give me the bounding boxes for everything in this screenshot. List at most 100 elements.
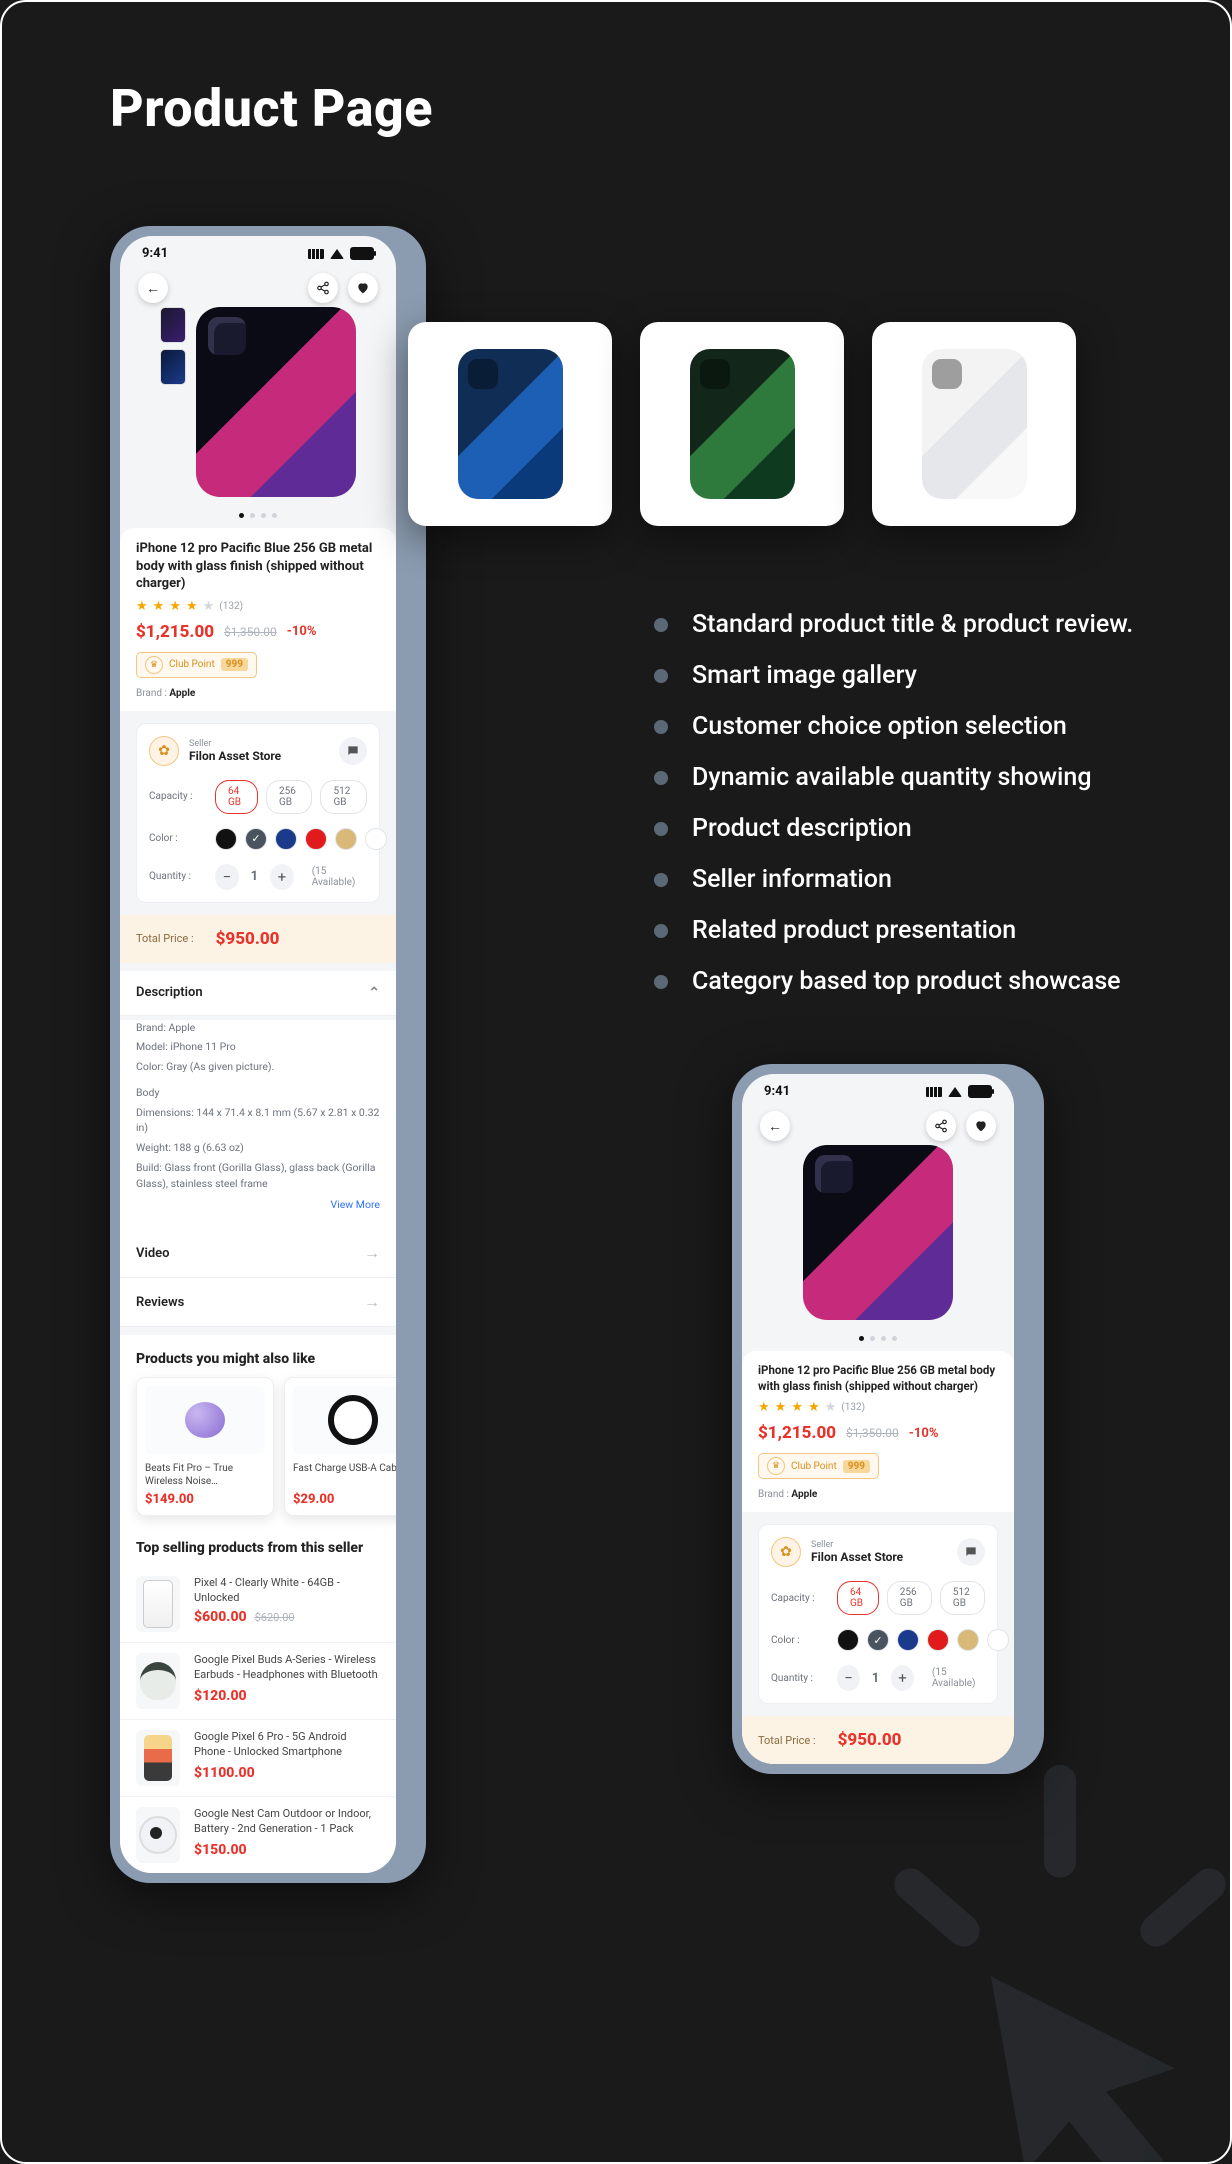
variant-card[interactable] — [408, 322, 612, 526]
feature-list: Standard product title & product review.… — [614, 610, 1133, 1018]
list-item[interactable]: Pixel 4 - Clearly White - 64GB - Unlocke… — [120, 1566, 396, 1643]
share-button[interactable] — [926, 1111, 956, 1141]
share-button[interactable] — [308, 273, 338, 303]
list-item[interactable]: Google Nest Cam Outdoor or Indoor, Batte… — [120, 1797, 396, 1873]
qty-value: 1 — [251, 869, 258, 884]
color-label: Color : — [149, 833, 205, 844]
color-swatch[interactable] — [987, 1629, 1009, 1651]
capacity-option[interactable]: 256 GB — [266, 780, 313, 814]
back-button[interactable]: ← — [138, 273, 168, 303]
color-swatch[interactable] — [275, 828, 297, 850]
product-price: $1,215.00 — [136, 622, 214, 642]
pager-dot[interactable] — [859, 1336, 864, 1341]
qty-minus-button[interactable]: − — [837, 1665, 860, 1691]
capacity-option[interactable]: 64 GB — [837, 1581, 879, 1615]
phone-mock-main: 9:41 ← — [110, 226, 426, 1883]
star-icon: ★ — [186, 599, 198, 614]
capacity-option[interactable]: 256 GB — [887, 1581, 932, 1615]
bullet-icon — [654, 873, 668, 887]
qty-plus-button[interactable]: + — [891, 1665, 914, 1691]
chat-button[interactable] — [957, 1538, 985, 1566]
color-swatch[interactable] — [927, 1629, 949, 1651]
color-swatch[interactable] — [837, 1629, 859, 1651]
chat-button[interactable] — [339, 737, 367, 765]
color-swatch[interactable] — [305, 828, 327, 850]
wifi-icon — [948, 1087, 962, 1097]
seller-label: Seller — [811, 1540, 903, 1550]
pager-dot[interactable] — [870, 1336, 875, 1341]
product-title: iPhone 12 pro Pacific Blue 256 GB metal … — [758, 1363, 998, 1394]
wishlist-button[interactable] — [348, 273, 378, 303]
pager-dot[interactable] — [892, 1336, 897, 1341]
color-swatch[interactable] — [215, 828, 237, 850]
product-main-image[interactable] — [803, 1145, 953, 1320]
pager-dot[interactable] — [250, 513, 255, 518]
bullet-icon — [654, 669, 668, 683]
feature-item: Smart image gallery — [692, 661, 917, 690]
club-point-label: Club Point — [791, 1461, 837, 1472]
review-count: (132) — [219, 601, 243, 612]
view-more-link[interactable]: View More — [136, 1195, 380, 1219]
gallery-thumb[interactable] — [160, 307, 186, 343]
status-time: 9:41 — [142, 246, 168, 261]
product-price: $1,215.00 — [758, 1423, 836, 1443]
star-icon: ★ — [153, 599, 165, 614]
bullet-icon — [654, 618, 668, 632]
back-button[interactable]: ← — [760, 1111, 790, 1141]
variant-card[interactable] — [872, 322, 1076, 526]
qty-minus-button[interactable]: − — [215, 864, 239, 890]
color-swatch[interactable] — [897, 1629, 919, 1651]
seller-card[interactable]: ✿ Seller Filon Asset Store Capacity : 64… — [758, 1524, 998, 1704]
star-icon: ★ — [136, 599, 148, 614]
gallery-thumb[interactable] — [160, 349, 186, 385]
bullet-icon — [654, 720, 668, 734]
product-price-strike: $1,350.00 — [224, 625, 277, 639]
pager-dot[interactable] — [272, 513, 277, 518]
gallery-dots — [742, 1330, 1014, 1351]
seller-card[interactable]: ✿ Seller Filon Asset Store Capacity : 64… — [136, 723, 380, 903]
product-price: $600.00 — [194, 1609, 247, 1625]
description-toggle[interactable]: Description ⌃ — [120, 971, 396, 1016]
pager-dot[interactable] — [239, 513, 244, 518]
qty-plus-button[interactable]: + — [270, 864, 294, 890]
quantity-label: Quantity : — [149, 871, 205, 882]
list-item[interactable]: Google Pixel Buds A-Series - Wireless Ea… — [120, 1643, 396, 1720]
qty-value: 1 — [872, 1671, 879, 1686]
also-like-row[interactable]: Beats Fit Pro – True Wireless Noise… $14… — [120, 1377, 396, 1532]
reviews-toggle[interactable]: Reviews → — [120, 1278, 396, 1327]
product-name: Fast Charge USB-A Cable — [293, 1462, 396, 1488]
review-count: (132) — [841, 1402, 865, 1413]
capacity-option[interactable]: 64 GB — [215, 780, 258, 814]
product-card[interactable]: Beats Fit Pro – True Wireless Noise… $14… — [136, 1377, 274, 1516]
wifi-icon — [330, 249, 344, 259]
video-toggle[interactable]: Video → — [120, 1229, 396, 1278]
color-swatch[interactable] — [867, 1629, 889, 1651]
brand-label: Brand : — [758, 1489, 789, 1500]
color-swatch[interactable] — [365, 828, 387, 850]
bullet-icon — [654, 771, 668, 785]
list-item[interactable]: Google Pixel 6 Pro - 5G Android Phone - … — [120, 1720, 396, 1797]
product-main-image[interactable] — [196, 307, 356, 497]
status-bar: 9:41 — [742, 1074, 1014, 1105]
share-icon — [934, 1119, 948, 1133]
status-time: 9:41 — [764, 1084, 790, 1099]
capacity-option[interactable]: 512 GB — [320, 780, 367, 814]
crown-icon: ♛ — [767, 1457, 785, 1475]
arrow-right-icon: → — [364, 1292, 380, 1312]
color-swatch[interactable] — [335, 828, 357, 850]
color-swatch[interactable] — [245, 828, 267, 850]
variant-image — [458, 349, 563, 499]
wishlist-button[interactable] — [966, 1111, 996, 1141]
product-card[interactable]: Fast Charge USB-A Cable $29.00 — [284, 1377, 396, 1516]
product-price: $150.00 — [194, 1842, 380, 1858]
pager-dot[interactable] — [881, 1336, 886, 1341]
rating: ★ ★ ★ ★ ★ (132) — [136, 599, 380, 614]
color-swatch[interactable] — [957, 1629, 979, 1651]
variant-card[interactable] — [640, 322, 844, 526]
variant-image — [690, 349, 795, 499]
phone-mock-small: 9:41 ← — [732, 1064, 1044, 1774]
capacity-label: Capacity : — [149, 791, 205, 802]
pager-dot[interactable] — [261, 513, 266, 518]
capacity-option[interactable]: 512 GB — [940, 1581, 985, 1615]
product-title: iPhone 12 pro Pacific Blue 256 GB metal … — [136, 540, 380, 593]
